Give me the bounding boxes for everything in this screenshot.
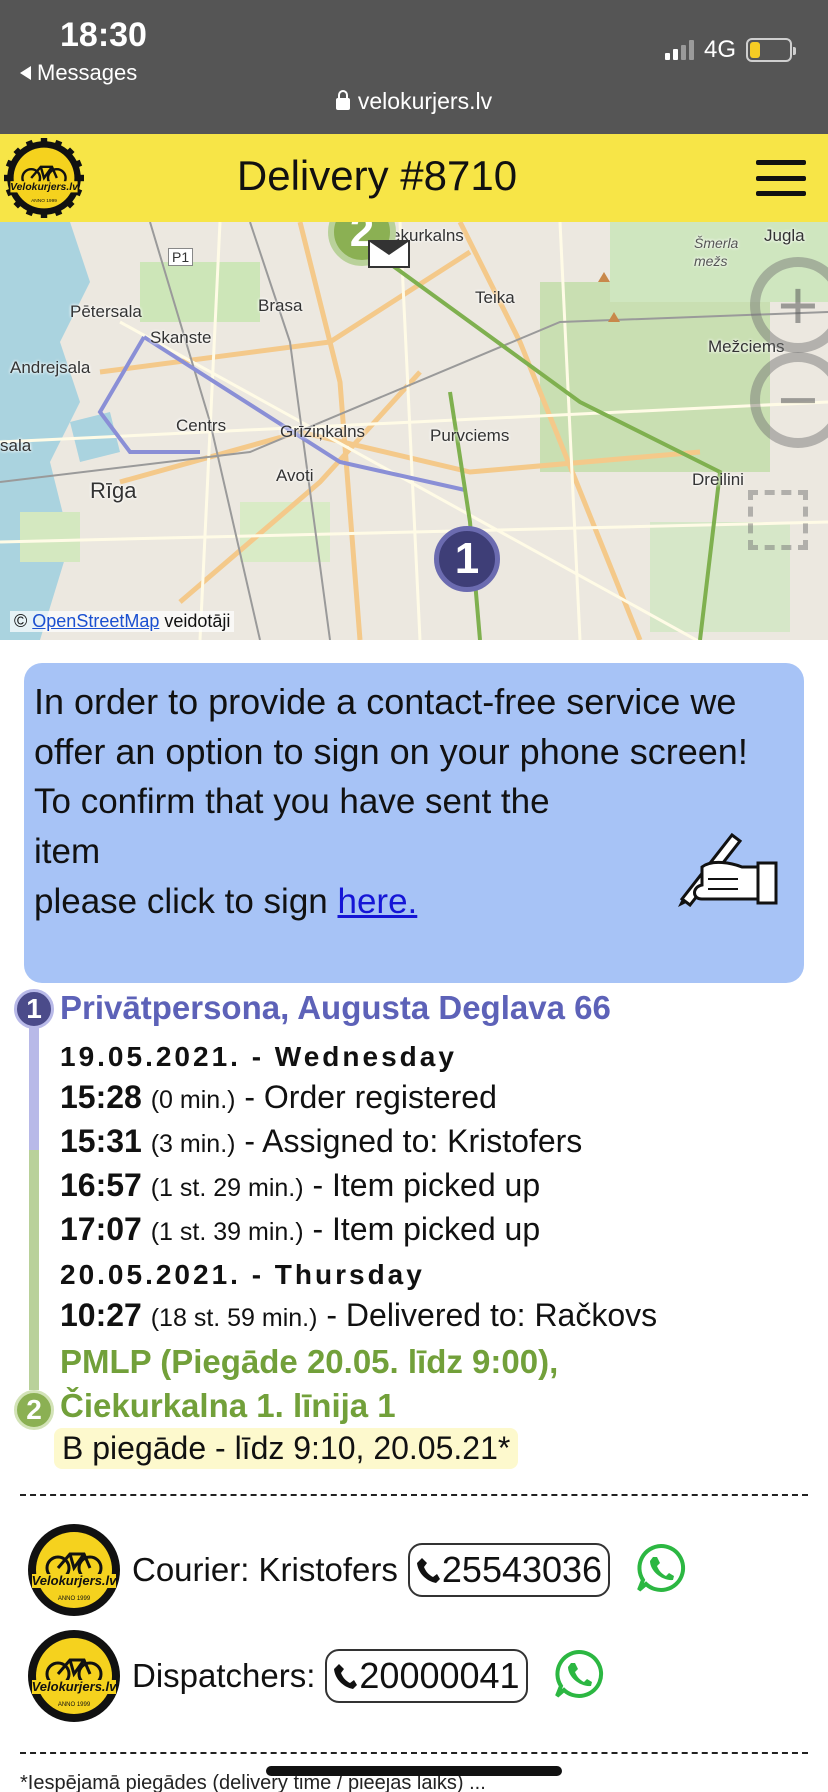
map-label: Purvciems [430, 426, 510, 445]
map-label: Šmerla mežs [694, 235, 739, 269]
pickup-marker[interactable]: 1 [434, 526, 500, 592]
menu-button[interactable] [756, 160, 806, 196]
pickup-address[interactable]: Privātpersona, Augusta Deglava 66 [60, 989, 611, 1027]
svg-text:Velokurjers.lv: Velokurjers.lv [32, 1573, 118, 1588]
dispatcher-phone-button[interactable]: 20000041 [325, 1649, 528, 1703]
map-label: Centrs [176, 416, 227, 435]
delivery-type-note: B piegāde - līdz 9:10, 20.05.21* [54, 1428, 519, 1469]
osm-link[interactable]: OpenStreetMap [32, 611, 159, 631]
network-label: 4G [703, 36, 736, 63]
timeline-line-dropoff [29, 1150, 39, 1390]
dropoff-pin: 2 [14, 1390, 54, 1430]
timeline-event: 10:27 (18 st. 59 min.) - Delivered to: R… [60, 1297, 658, 1333]
phone-icon [334, 1664, 358, 1689]
map-tiles [0, 222, 828, 640]
menu-icon [756, 160, 806, 165]
back-to-messages[interactable]: Messages [20, 60, 137, 86]
timeline-event: 15:31 (3 min.) - Assigned to: Kristofers [60, 1123, 583, 1159]
map-label: Avoti [276, 466, 314, 485]
courier-label: Courier: Kristofers [132, 1551, 398, 1588]
map-attribution: © OpenStreetMap veidotāji [10, 611, 235, 632]
phone-icon [416, 1558, 440, 1583]
dispatcher-contact: Velokurjers.lv ANNO 1999 Dispatchers: 20… [24, 1626, 604, 1726]
whatsapp-icon[interactable] [554, 1649, 604, 1699]
back-app-label: Messages [37, 60, 138, 85]
map-label: Teika [475, 288, 515, 307]
page-title: Delivery #8710 [236, 152, 518, 199]
site-header: Velokurjers.lv ANNO 1999 Delivery #8710 [0, 134, 828, 222]
pickup-pin: 1 [14, 989, 54, 1029]
map-label: Andrejsala [10, 358, 91, 377]
sign-info-box: In order to provide a contact-free servi… [24, 663, 804, 983]
map-label: sala [0, 436, 32, 455]
map-label: Skanste [150, 328, 212, 347]
back-arrow-icon [20, 66, 31, 80]
browser-chrome: 18:30 Messages 4G velokurjers.lv [0, 0, 828, 134]
divider [20, 1494, 808, 1496]
velokurjers-logo: Velokurjers.lv ANNO 1999 [28, 1630, 120, 1722]
svg-text:ANNO 1999: ANNO 1999 [58, 1702, 91, 1708]
battery-level [750, 42, 760, 58]
battery-icon [746, 38, 796, 62]
velokurjers-logo: Velokurjers.lv ANNO 1999 [28, 1524, 120, 1616]
date-heading: 19.05.2021. - Wednesday [60, 1041, 457, 1072]
signing-hand-icon [678, 832, 778, 907]
info-line1: To confirm that you have sent the item [34, 782, 550, 871]
dropoff-address-line2[interactable]: Čiekurkalna 1. līnija 1 [60, 1387, 396, 1425]
courier-phone-button[interactable]: 25543036 [407, 1543, 611, 1597]
map-label: Jugla [764, 226, 805, 245]
map-label: Brasa [258, 296, 303, 315]
date-heading: 20.05.2021. - Thursday [60, 1259, 425, 1290]
map-label: Dreilini [692, 470, 744, 489]
courier-contact: Velokurjers.lv ANNO 1999 Courier: Kristo… [24, 1520, 686, 1620]
timeline-line-pickup [29, 1015, 39, 1150]
timeline-event: 17:07 (1 st. 39 min.) - Item picked up [60, 1211, 541, 1247]
road-label: P1 [168, 248, 194, 266]
map-label: Rīga [90, 478, 137, 503]
url-bar[interactable]: velokurjers.lv [0, 88, 828, 115]
info-headline: In order to provide a contact-free servi… [34, 681, 748, 772]
map-label: Pētersala [70, 302, 142, 321]
fullscreen-button[interactable] [748, 490, 808, 550]
signal-icon [664, 40, 694, 60]
home-indicator[interactable] [266, 1766, 562, 1776]
status-indicators: 4G [664, 36, 796, 64]
divider [20, 1752, 808, 1754]
lock-icon [335, 90, 350, 110]
svg-text:Velokurjers.lv: Velokurjers.lv [32, 1679, 118, 1694]
svg-text:ANNO 1999: ANNO 1999 [58, 1596, 91, 1602]
delivery-map[interactable]: Čiekurkalns Jugla Šmerla mežs Pētersala … [0, 222, 828, 640]
url-text: velokurjers.lv [357, 88, 493, 114]
sign-here-link[interactable]: here. [338, 882, 418, 921]
dropoff-address-line1[interactable]: PMLP (Piegāde 20.05. līdz 9:00), [60, 1343, 558, 1381]
timeline-event: 16:57 (1 st. 29 min.) - Item picked up [60, 1167, 541, 1203]
status-time: 18:30 [60, 16, 147, 54]
dispatcher-label: Dispatchers: [132, 1657, 316, 1694]
map-label: Grīziņkalns [280, 422, 366, 441]
envelope-icon [368, 240, 410, 268]
whatsapp-icon[interactable] [636, 1543, 686, 1593]
timeline-event: 15:28 (0 min.) - Order registered [60, 1079, 497, 1115]
